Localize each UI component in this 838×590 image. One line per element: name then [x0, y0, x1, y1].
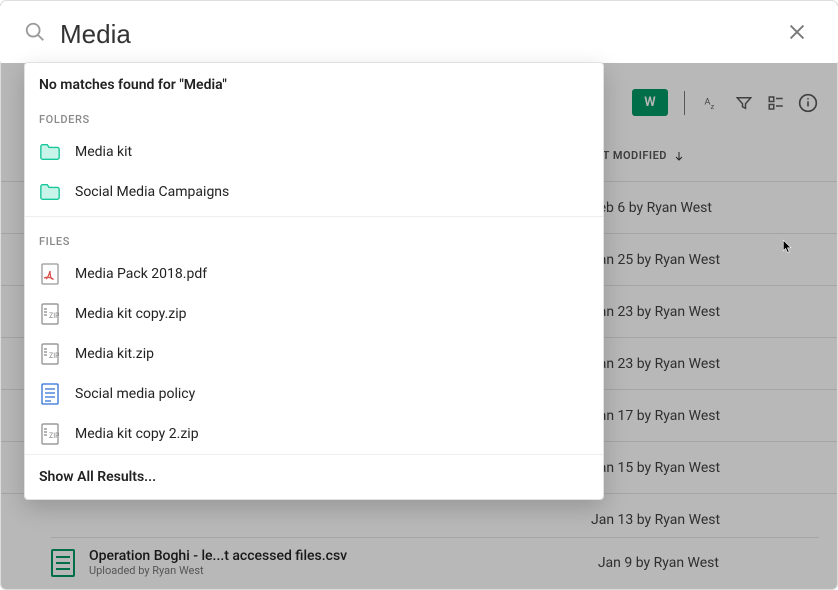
folder-icon — [39, 182, 61, 202]
zip-icon: ZIP — [39, 304, 61, 324]
row-modified: Jan 17 by Ryan West — [591, 408, 720, 424]
zip-icon: ZIP — [39, 424, 61, 444]
row-modified: Jan 9 by Ryan West — [598, 555, 719, 571]
spreadsheet-icon — [51, 549, 75, 577]
section-header-files: FILES — [25, 221, 603, 254]
toolbar: W Az — [632, 89, 819, 116]
no-matches-message: No matches found for "Media" — [25, 63, 603, 99]
zip-icon: ZIP — [39, 344, 61, 364]
info-icon[interactable] — [797, 92, 819, 114]
folder-icon — [39, 142, 61, 162]
search-result-folder[interactable]: Media kit — [25, 132, 603, 172]
row-modified: Jan 15 by Ryan West — [591, 460, 720, 476]
close-icon[interactable] — [780, 15, 814, 53]
svg-text:A: A — [705, 97, 711, 107]
search-results-dropdown: No matches found for "Media" FOLDERS Med… — [24, 62, 604, 500]
pdf-icon — [39, 264, 61, 284]
search-result-file[interactable]: ZIP Media kit copy.zip — [25, 294, 603, 334]
svg-text:z: z — [711, 102, 715, 111]
file-subtitle: Uploaded by Ryan West — [89, 564, 347, 577]
section-header-folders: FOLDERS — [25, 99, 603, 132]
search-bar — [0, 6, 838, 62]
filter-icon[interactable] — [733, 92, 755, 114]
toolbar-divider — [684, 91, 685, 115]
row-modified: Jan 23 by Ryan West — [591, 356, 720, 372]
search-result-file[interactable]: Social media policy — [25, 374, 603, 414]
result-name: Media kit copy 2.zip — [75, 426, 199, 442]
result-name: Social Media Campaigns — [75, 184, 229, 200]
result-name: Media kit copy.zip — [75, 306, 186, 322]
search-result-file[interactable]: Media Pack 2018.pdf — [25, 254, 603, 294]
result-name: Social media policy — [75, 386, 195, 402]
row-modified: Jan 23 by Ryan West — [591, 304, 720, 320]
row-modified: Jan 13 by Ryan West — [591, 512, 720, 528]
search-input[interactable] — [60, 19, 780, 50]
sort-az-icon[interactable]: Az — [701, 92, 723, 114]
svg-text:ZIP: ZIP — [49, 352, 59, 360]
result-name: Media kit.zip — [75, 346, 154, 362]
document-icon — [39, 384, 61, 404]
divider — [25, 216, 603, 217]
row-modified: Jan 25 by Ryan West — [591, 252, 720, 268]
svg-text:ZIP: ZIP — [49, 432, 59, 440]
table-row[interactable]: Operation Boghi - le...t accessed files.… — [51, 537, 819, 587]
svg-text:ZIP: ZIP — [49, 312, 59, 320]
view-options-icon[interactable] — [765, 92, 787, 114]
search-icon — [24, 21, 46, 47]
new-button-label: W — [644, 95, 656, 110]
row-modified: Feb 6 by Ryan West — [591, 200, 712, 216]
search-result-folder[interactable]: Social Media Campaigns — [25, 172, 603, 212]
show-all-results[interactable]: Show All Results... — [25, 454, 603, 499]
arrow-down-icon — [673, 150, 685, 162]
search-result-file[interactable]: ZIP Media kit copy 2.zip — [25, 414, 603, 454]
file-name: Operation Boghi - le...t accessed files.… — [89, 548, 347, 564]
search-result-file[interactable]: ZIP Media kit.zip — [25, 334, 603, 374]
result-name: Media Pack 2018.pdf — [75, 266, 207, 282]
result-name: Media kit — [75, 144, 132, 160]
new-button[interactable]: W — [632, 89, 668, 116]
